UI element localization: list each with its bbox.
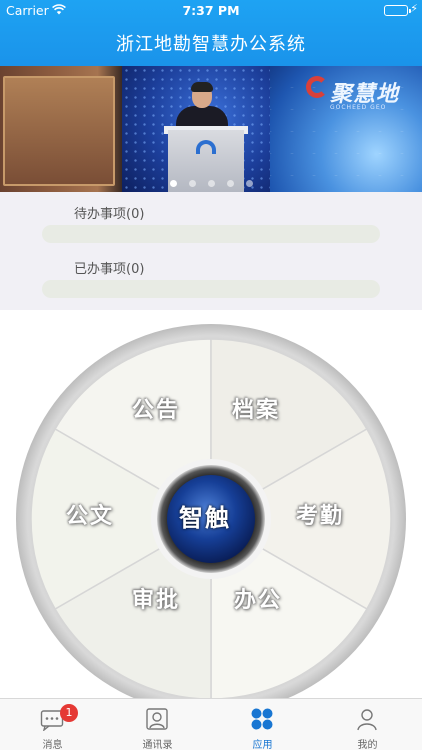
pending-tasks-bar[interactable] [42, 225, 380, 243]
pager-dot[interactable] [227, 180, 234, 187]
pager-dot[interactable] [208, 180, 215, 187]
tab-label-profile: 我的 [357, 740, 378, 750]
banner-photo-left [0, 66, 122, 192]
tab-label-messages: 消息 [42, 740, 63, 750]
page-title: 浙江地勘智慧办公系统 [116, 34, 306, 55]
contacts-icon [146, 708, 168, 730]
tab-profile[interactable]: 我的 [315, 699, 420, 750]
pager-dot[interactable] [246, 180, 253, 187]
wheel-item-office[interactable]: 办公 [234, 582, 282, 614]
apps-grid-icon [251, 708, 273, 730]
app-header: Carrier 7:37 PM ⚡ 浙江地勘智慧办公系统 [0, 0, 422, 66]
unread-badge: 1 [60, 704, 78, 722]
status-bar: Carrier 7:37 PM ⚡ [0, 0, 422, 22]
app-wheel-area: 公告 档案 考勤 办公 审批 公文 智触 [0, 310, 422, 714]
tab-messages[interactable]: 1 消息 [0, 699, 105, 750]
tab-label-apps: 应用 [252, 740, 273, 750]
clock: 7:37 PM [182, 3, 240, 18]
bottom-tab-bar: 1 消息 通讯录 应用 我的 [0, 698, 422, 750]
banner-photo-speaker: 飞 [122, 66, 316, 192]
charging-icon: ⚡ [410, 2, 418, 15]
pending-tasks-label[interactable]: 待办事项(0) [74, 203, 144, 222]
wheel-item-announcement[interactable]: 公告 [132, 392, 180, 424]
pager-dot[interactable] [170, 180, 177, 187]
completed-tasks-bar[interactable] [42, 280, 380, 298]
wheel-center-label[interactable]: 智触 [179, 498, 231, 533]
tab-label-contacts: 通讯录 [142, 740, 173, 750]
carousel-pager[interactable] [0, 180, 422, 188]
banner-photo-brand: 聚慧地 GOCHEED GEO [270, 66, 422, 192]
tab-apps[interactable]: 应用 [210, 699, 315, 750]
wheel-item-attendance[interactable]: 考勤 [296, 498, 344, 530]
battery-icon [384, 5, 411, 16]
completed-tasks-label[interactable]: 已办事项(0) [74, 258, 144, 277]
banner-carousel[interactable]: 飞 聚慧地 GOCHEED GEO [0, 66, 422, 192]
tab-contacts[interactable]: 通讯录 [105, 699, 210, 750]
wheel-item-archive[interactable]: 档案 [232, 392, 280, 424]
pager-dot[interactable] [189, 180, 196, 187]
wheel-item-approval[interactable]: 审批 [132, 582, 180, 614]
brand-logo-icon [306, 76, 328, 98]
person-icon [357, 709, 377, 731]
brand-subtext: GOCHEED GEO [330, 104, 387, 111]
wheel-item-documents[interactable]: 公文 [66, 498, 114, 530]
task-summary-panel: 待办事项(0) 已办事项(0) [0, 192, 422, 310]
